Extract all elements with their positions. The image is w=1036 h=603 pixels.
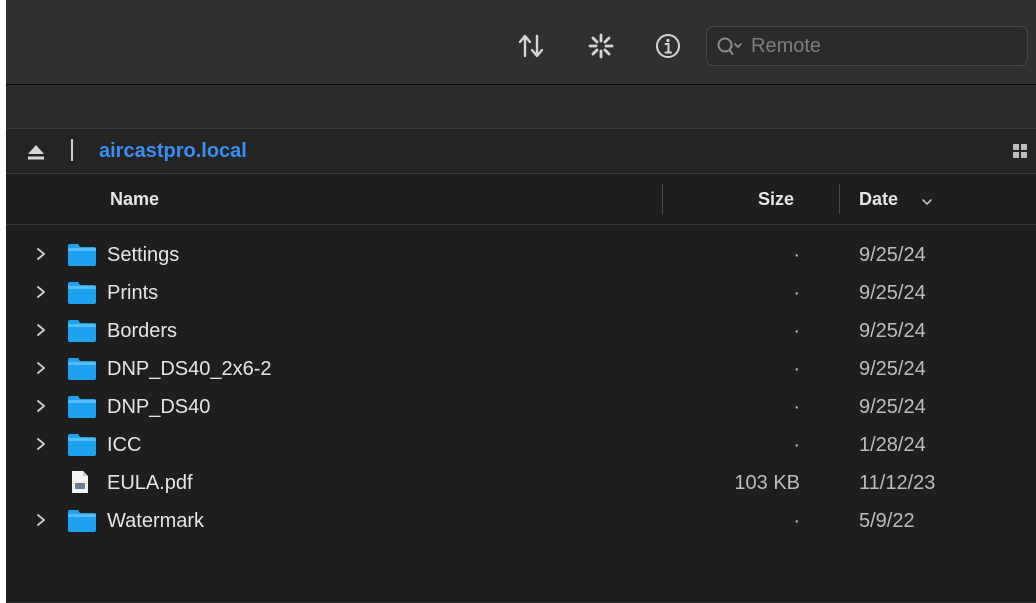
file-name: ICC: [107, 434, 142, 456]
folder-icon: [67, 319, 97, 343]
file-name: Prints: [107, 282, 159, 304]
column-divider[interactable]: [839, 184, 840, 214]
file-size: ·: [793, 396, 800, 418]
list-item[interactable]: ICC · 1/28/24: [6, 425, 1036, 463]
disclosure-chevron-icon[interactable]: [36, 399, 46, 413]
file-size: 103 KB: [734, 472, 800, 494]
column-divider[interactable]: [662, 184, 663, 214]
file-date: 1/28/24: [859, 434, 926, 456]
list-item[interactable]: DNP_DS40 · 9/25/24: [6, 387, 1036, 425]
file-size: ·: [793, 244, 800, 266]
file-name: EULA.pdf: [107, 472, 193, 494]
server-path-link[interactable]: aircastpro.local: [99, 139, 247, 163]
list-item[interactable]: Settings · 9/25/24: [6, 235, 1036, 273]
path-separator: [71, 139, 73, 161]
file-date: 9/25/24: [859, 396, 926, 418]
folder-icon: [67, 243, 97, 267]
search-field[interactable]: [706, 26, 1028, 66]
folder-icon: [67, 357, 97, 381]
toolbar: [6, 0, 1036, 85]
file-name: DNP_DS40: [107, 396, 211, 418]
tab-bar: [6, 85, 1036, 129]
list-item[interactable]: Borders · 9/25/24: [6, 311, 1036, 349]
file-date: 9/25/24: [859, 320, 926, 342]
column-header-size[interactable]: Size: [758, 188, 794, 210]
eject-icon[interactable]: [26, 143, 46, 161]
file-name: Borders: [107, 320, 178, 342]
file-date: 5/9/22: [859, 510, 915, 532]
list-item[interactable]: Watermark · 5/9/22: [6, 501, 1036, 539]
info-icon[interactable]: [650, 28, 686, 64]
column-header-name[interactable]: Name: [110, 188, 159, 210]
list-item[interactable]: EULA.pdf 103 KB 11/12/23: [6, 463, 1036, 501]
folder-icon: [67, 395, 97, 419]
list-item[interactable]: Prints · 9/25/24: [6, 273, 1036, 311]
file-browser-window: aircastpro.local Name Size Date Settings: [6, 0, 1036, 603]
grid-view-icon[interactable]: [1012, 143, 1028, 159]
file-date: 9/25/24: [859, 358, 926, 380]
file-date: 9/25/24: [859, 244, 926, 266]
folder-icon: [67, 433, 97, 457]
list-item[interactable]: DNP_DS40_2x6-2 · 9/25/24: [6, 349, 1036, 387]
disclosure-chevron-icon[interactable]: [36, 247, 46, 261]
column-header: Name Size Date: [6, 174, 1036, 225]
file-size: ·: [793, 282, 800, 304]
file-date: 9/25/24: [859, 282, 926, 304]
file-size: ·: [793, 358, 800, 380]
search-input[interactable]: [751, 27, 1011, 65]
pdf-file-icon: [70, 470, 90, 494]
path-bar: aircastpro.local: [6, 129, 1036, 174]
sort-arrows-icon[interactable]: [513, 28, 549, 64]
disclosure-chevron-icon[interactable]: [36, 323, 46, 337]
file-name: DNP_DS40_2x6-2: [107, 358, 272, 380]
folder-icon: [67, 281, 97, 305]
file-size: ·: [793, 510, 800, 532]
disclosure-chevron-icon[interactable]: [36, 513, 46, 527]
file-size: ·: [793, 320, 800, 342]
file-list: Settings · 9/25/24 Prints · 9/25/24 Bord…: [6, 235, 1036, 539]
file-name: Watermark: [107, 510, 205, 532]
disclosure-chevron-icon[interactable]: [36, 437, 46, 451]
folder-icon: [67, 509, 97, 533]
file-size: ·: [793, 434, 800, 456]
activity-spinner-icon[interactable]: [583, 28, 619, 64]
file-date: 11/12/23: [859, 472, 936, 494]
search-icon: [717, 36, 743, 58]
file-name: Settings: [107, 244, 180, 266]
column-header-date[interactable]: Date: [859, 188, 898, 210]
disclosure-chevron-icon[interactable]: [36, 361, 46, 375]
chevron-down-icon[interactable]: [921, 194, 933, 205]
disclosure-chevron-icon[interactable]: [36, 285, 46, 299]
